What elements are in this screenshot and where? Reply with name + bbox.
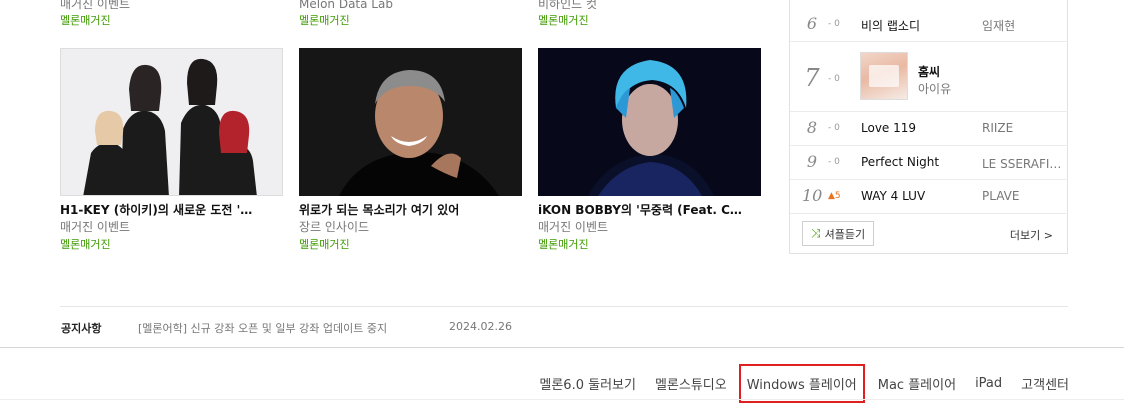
magazine-title[interactable]: 위로가 되는 목소리가 여기 있어: [299, 201, 522, 219]
chart-rank: 7: [804, 64, 820, 92]
magazine-tag[interactable]: 멜론매거진: [299, 237, 350, 253]
magazine-category: 장르 인사이드: [299, 220, 370, 234]
shuffle-label: 셔플듣기: [824, 227, 866, 241]
prev-item-tag[interactable]: 멜론매거진: [538, 12, 761, 30]
chart-song-title[interactable]: WAY 4 LUV: [861, 189, 925, 203]
chart-rank: 9: [806, 152, 818, 171]
prev-item-tag[interactable]: 멜론매거진: [60, 12, 283, 30]
prev-item-category: 비하인드 컷: [538, 0, 598, 11]
notice-heading: 공지사항: [61, 322, 102, 335]
prev-item-meta: Melon Data Lab 멜론매거진: [299, 0, 522, 30]
portrait-image: [299, 48, 522, 196]
chart-song-title[interactable]: 홈씨: [918, 63, 940, 80]
chart-rank-change: - 0: [828, 74, 840, 84]
chart-rank: 8: [806, 118, 818, 137]
prev-item-tag[interactable]: 멜론매거진: [299, 12, 522, 30]
footer-divider: [0, 347, 1124, 348]
magazine-thumbnail-bocelli[interactable]: [299, 48, 522, 196]
chart-rank: 10: [802, 186, 823, 205]
magazine-tag[interactable]: 멜론매거진: [538, 237, 589, 253]
chart-song-title[interactable]: Love 119: [861, 121, 916, 135]
footer-link-melon-studio[interactable]: 멜론스튜디오: [655, 374, 727, 393]
chart-row-9[interactable]: 9 - 0 Perfect Night LE SSERAFIM (르세라핌): [790, 146, 1068, 180]
notice-link[interactable]: [멜론어학] 신규 강좌 오픈 및 일부 강좌 업데이트 중지: [138, 320, 387, 336]
notice-date: 2024.02.26: [449, 320, 512, 333]
magazine-category: 매거진 이벤트: [538, 220, 609, 234]
chart-row-8[interactable]: 8 - 0 Love 119 RIIZE: [790, 112, 1068, 146]
magazine-category: 매거진 이벤트: [60, 220, 131, 234]
prev-item-category: 매거진 이벤트: [60, 0, 131, 11]
magazine-title[interactable]: iKON BOBBY의 '무중력 (Feat. C…: [538, 201, 761, 219]
footer-nav: 멜론6.0 둘러보기 멜론스튜디오 Windows 플레이어 Mac 플레이어 …: [520, 364, 1069, 403]
footer-link-ipad[interactable]: iPad: [975, 376, 1002, 391]
chart-artist[interactable]: 아이유: [918, 80, 998, 97]
footer-bottom-divider: [0, 399, 1124, 400]
footer-link-melon-tour[interactable]: 멜론6.0 둘러보기: [539, 374, 636, 393]
album-cover-image[interactable]: [860, 52, 908, 100]
portrait-image: [538, 48, 761, 196]
shuffle-icon: ⤨: [811, 226, 821, 240]
magazine-thumbnail-hikey[interactable]: [60, 48, 283, 196]
footer-link-mac-player[interactable]: Mac 플레이어: [878, 374, 956, 393]
shuffle-play-button[interactable]: ⤨ 셔플듣기: [802, 221, 875, 246]
chart-rank-change: - 0: [828, 19, 840, 29]
group-photo-image: [61, 49, 282, 195]
magazine-thumbnail-bobby[interactable]: [538, 48, 761, 196]
prev-item-meta: 매거진 이벤트 멜론매거진: [60, 0, 283, 30]
prev-item-meta: 비하인드 컷 멜론매거진: [538, 0, 761, 30]
chart-artist[interactable]: RIIZE: [982, 121, 1062, 135]
chart-row-7[interactable]: 7 - 0 홈씨 아이유: [790, 42, 1068, 112]
chart-more-link[interactable]: 더보기 >: [1010, 227, 1053, 243]
chart-rank-change: - 0: [828, 157, 840, 167]
chart-artist[interactable]: PLAVE: [982, 189, 1062, 203]
chart-rank-change: - 0: [828, 123, 840, 133]
chart-row-10[interactable]: 10 ▲5 WAY 4 LUV PLAVE: [790, 180, 1068, 214]
chart-song-title[interactable]: 비의 랩소디: [861, 17, 920, 34]
chart-artist[interactable]: 임재현: [982, 17, 1062, 34]
magazine-tag[interactable]: 멜론매거진: [60, 237, 111, 253]
chart-song-title[interactable]: Perfect Night: [861, 155, 939, 169]
notice-divider: [60, 306, 1068, 307]
footer-link-customer-center[interactable]: 고객센터: [1021, 374, 1069, 393]
chart-rank: 6: [806, 14, 818, 33]
chart-row-6[interactable]: 6 - 0 비의 랩소디 임재현: [790, 8, 1068, 42]
top-chart-panel: 6 - 0 비의 랩소디 임재현 7 - 0 홈씨 아이유 8 - 0 Love…: [789, 0, 1068, 254]
chart-artist[interactable]: LE SSERAFIM (르세라핌): [982, 155, 1062, 172]
magazine-title[interactable]: H1-KEY (하이키)의 새로운 도전 '…: [60, 201, 283, 219]
footer-link-windows-player[interactable]: Windows 플레이어: [738, 364, 865, 403]
prev-item-category: Melon Data Lab: [299, 0, 393, 11]
chart-rank-change: ▲5: [828, 191, 841, 201]
